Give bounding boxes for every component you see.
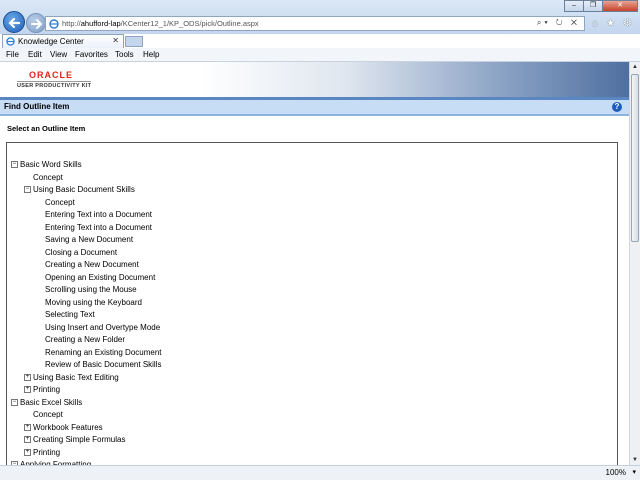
product-name: USER PRODUCTIVITY KIT bbox=[17, 81, 92, 89]
tree-item-label[interactable]: Saving a New Document bbox=[45, 235, 133, 244]
page-content: ORACLE USER PRODUCTIVITY KIT Find Outlin… bbox=[0, 62, 629, 465]
browser-command-icons: ⌂ ★ ⚙ bbox=[592, 18, 632, 29]
menu-favorites[interactable]: Favorites bbox=[75, 50, 108, 59]
menu-help[interactable]: Help bbox=[143, 50, 159, 59]
page-title: Find Outline Item bbox=[4, 102, 70, 111]
status-bar: 100% ▾ bbox=[0, 465, 640, 480]
collapse-icon[interactable]: − bbox=[11, 161, 18, 168]
tree-item-label[interactable]: Moving using the Keyboard bbox=[45, 298, 142, 307]
menu-file[interactable]: File bbox=[6, 50, 19, 59]
tree-item-label[interactable]: Basic Excel Skills bbox=[20, 398, 82, 407]
oracle-logo: ORACLE bbox=[29, 70, 73, 80]
tree-item-label[interactable]: Scrolling using the Mouse bbox=[45, 285, 137, 294]
tree-item-label[interactable]: Creating a New Folder bbox=[45, 335, 125, 344]
expand-icon[interactable]: + bbox=[24, 373, 31, 381]
back-button[interactable] bbox=[3, 11, 25, 33]
help-icon[interactable]: ? bbox=[612, 102, 622, 112]
tree-item-label[interactable]: Printing bbox=[33, 448, 60, 457]
tree-item-label[interactable]: Printing bbox=[33, 385, 60, 394]
favorites-star-icon[interactable]: ★ bbox=[606, 18, 615, 29]
upk-banner: ORACLE USER PRODUCTIVITY KIT bbox=[0, 62, 629, 97]
tree-item-label[interactable]: Workbook Features bbox=[33, 423, 103, 432]
tree-item-label[interactable]: Creating a New Document bbox=[45, 260, 139, 269]
tree-item-label[interactable]: Closing a Document bbox=[45, 248, 117, 257]
tree-item-label[interactable]: Creating Simple Formulas bbox=[33, 435, 125, 444]
collapse-icon[interactable]: − bbox=[11, 398, 18, 406]
tab-label: Knowledge Center bbox=[18, 37, 84, 46]
tree-item-label[interactable]: Renaming an Existing Document bbox=[45, 348, 162, 357]
vertical-scrollbar[interactable]: ▲ ▼ bbox=[629, 62, 640, 465]
tab-close-icon[interactable]: ✕ bbox=[112, 36, 119, 45]
address-url[interactable]: http://ahufford-lap/KCenter12_1/KP_ODS/p… bbox=[62, 19, 259, 28]
menu-view[interactable]: View bbox=[50, 50, 67, 59]
tree-item-label[interactable]: Using Basic Text Editing bbox=[33, 373, 119, 382]
address-bar[interactable]: http://ahufford-lap/KCenter12_1/KP_ODS/p… bbox=[45, 16, 585, 31]
address-tools-icons[interactable]: ⌕▾ ↻ ✕ bbox=[537, 18, 580, 28]
tree-item-label[interactable]: Opening an Existing Document bbox=[45, 273, 155, 282]
scroll-up-arrow-icon[interactable]: ▲ bbox=[630, 62, 640, 72]
menu-bar: File Edit View Favorites Tools Help bbox=[0, 48, 640, 62]
scroll-down-arrow-icon[interactable]: ▼ bbox=[630, 455, 640, 465]
tree-item-label[interactable]: Entering Text into a Document bbox=[45, 210, 152, 219]
outline-tree: − Basic Word Skills Concept − Using Basic Do… bbox=[6, 142, 618, 465]
home-icon[interactable]: ⌂ bbox=[592, 18, 598, 29]
window-controls: – ❐ ✕ bbox=[564, 0, 638, 12]
zoom-dropdown-icon[interactable]: ▾ bbox=[632, 468, 636, 476]
tree-item-label[interactable]: Entering Text into a Document bbox=[45, 223, 152, 232]
minimize-button[interactable]: – bbox=[564, 0, 584, 12]
tree-item-label[interactable]: Basic Word Skills bbox=[20, 160, 82, 169]
tree-item-label[interactable]: Concept bbox=[33, 410, 63, 419]
tree-item-label[interactable]: Concept bbox=[33, 173, 63, 182]
select-outline-label: Select an Outline Item bbox=[7, 124, 86, 133]
browser-toolbar: http://ahufford-lap/KCenter12_1/KP_ODS/p… bbox=[0, 0, 640, 34]
forward-arrow-icon bbox=[31, 19, 43, 29]
back-arrow-icon bbox=[8, 17, 21, 29]
tree-item-label[interactable]: Selecting Text bbox=[45, 310, 95, 319]
tools-gear-icon[interactable]: ⚙ bbox=[623, 18, 632, 29]
forward-button[interactable] bbox=[26, 13, 46, 33]
expand-icon[interactable]: + bbox=[24, 423, 31, 431]
collapse-icon[interactable]: − bbox=[24, 186, 31, 193]
menu-edit[interactable]: Edit bbox=[28, 50, 42, 59]
tree-item-label[interactable]: Review of Basic Document Skills bbox=[45, 360, 161, 369]
find-outline-header: Find Outline Item ? bbox=[0, 100, 629, 116]
zoom-level[interactable]: 100% bbox=[606, 468, 626, 477]
scrollbar-thumb[interactable] bbox=[631, 74, 639, 242]
expand-icon[interactable]: + bbox=[24, 448, 31, 456]
tree-item-label[interactable]: Using Basic Document Skills bbox=[33, 185, 135, 194]
new-tab-button[interactable] bbox=[125, 36, 143, 47]
ie-tab-icon bbox=[6, 37, 15, 46]
expand-icon[interactable]: + bbox=[24, 386, 31, 393]
expand-icon[interactable]: + bbox=[24, 436, 31, 443]
close-window-button[interactable]: ✕ bbox=[602, 0, 638, 12]
ie-page-icon bbox=[49, 19, 59, 29]
tree-item-label[interactable]: Using Insert and Overtype Mode bbox=[45, 323, 160, 332]
menu-tools[interactable]: Tools bbox=[115, 50, 134, 59]
restore-button[interactable]: ❐ bbox=[583, 0, 603, 12]
tree-item-label[interactable]: Concept bbox=[45, 198, 75, 207]
tab-knowledge-center[interactable]: Knowledge Center ✕ bbox=[2, 34, 124, 48]
